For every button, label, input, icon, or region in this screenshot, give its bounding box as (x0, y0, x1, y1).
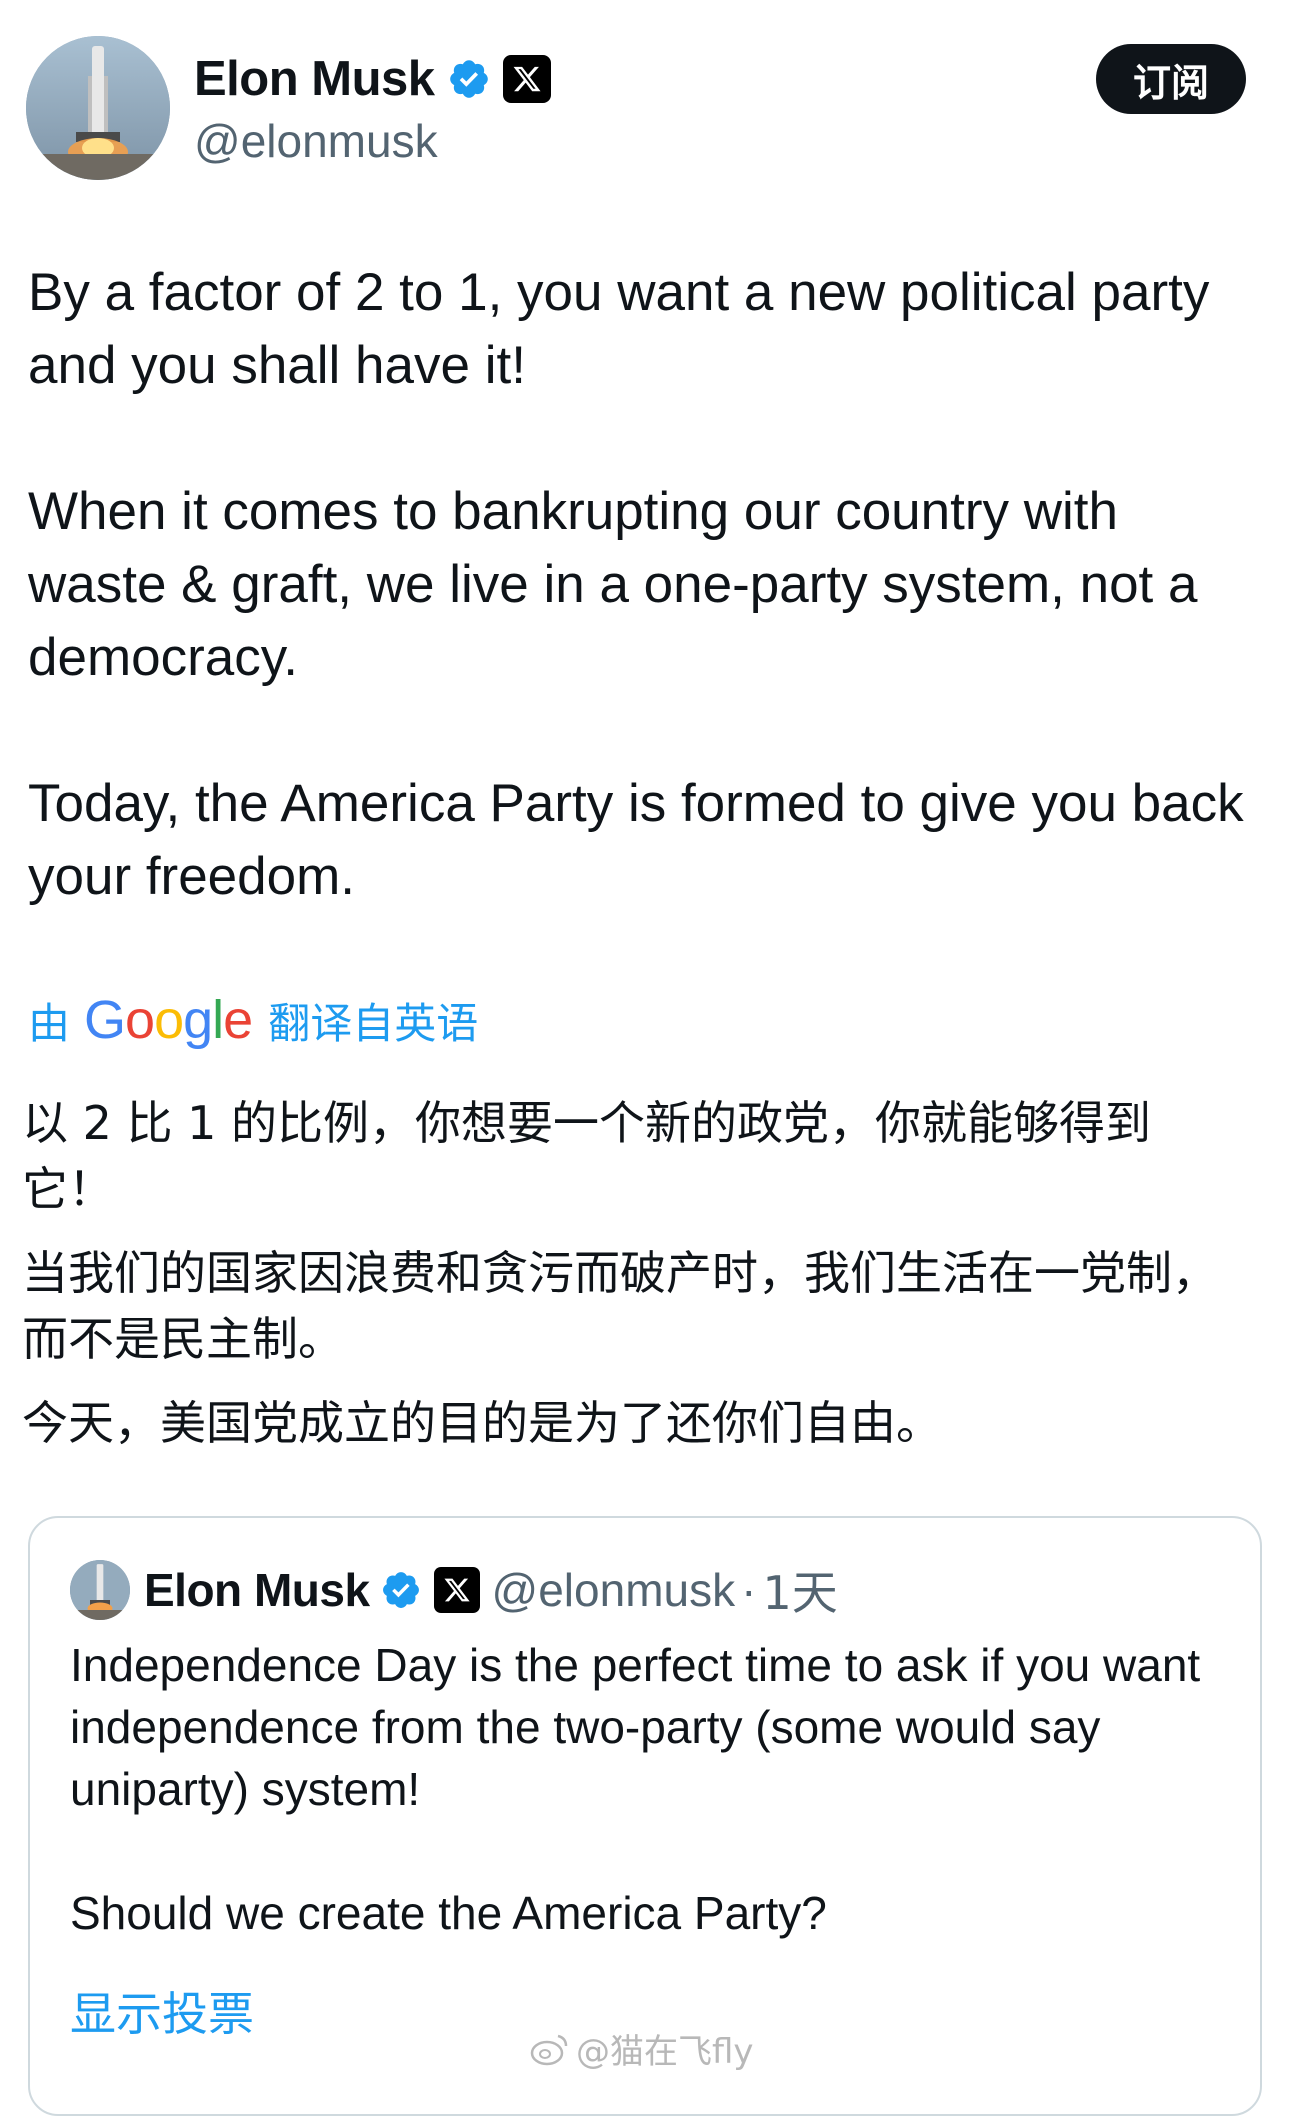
author-avatar[interactable] (26, 36, 170, 180)
google-logo-icon: Google (84, 990, 253, 1050)
translate-prefix: 由 (28, 998, 71, 1048)
author-name-row: Elon Musk (194, 50, 551, 108)
translated-paragraph: 以 2 比 1 的比例，你想要一个新的政党，你就能够得到它！ (22, 1096, 1152, 1216)
quoted-author-handle[interactable]: @elonmusk (492, 1563, 736, 1617)
quoted-paragraph: Independence Day is the perfect time to … (70, 1639, 1201, 1815)
rocket-launch-avatar-icon (70, 1560, 130, 1620)
author-display-name[interactable]: Elon Musk (194, 51, 435, 107)
quoted-tweet-text: Independence Day is the perfect time to … (70, 1634, 1230, 1944)
separator-dot: · (741, 1564, 757, 1616)
weibo-logo-icon (530, 2034, 568, 2065)
watermark-text: @猫在飞fly (576, 2032, 754, 2072)
rocket-launch-avatar-icon (26, 36, 170, 180)
translated-by-google-link[interactable]: 由 Google 翻译自英语 (28, 990, 478, 1050)
verified-badge-icon (449, 60, 488, 98)
quoted-paragraph: Should we create the America Party? (70, 1887, 827, 1939)
author-handle[interactable]: @elonmusk (194, 114, 438, 168)
verified-badge-icon (382, 1572, 419, 1608)
subscribe-button[interactable]: 订阅 (1096, 44, 1246, 114)
tweet-paragraph: Today, the America Party is formed to gi… (28, 774, 1244, 906)
translate-suffix: 翻译自英语 (268, 998, 479, 1048)
quoted-tweet-header: Elon Musk @elonmusk · 1天 (70, 1558, 838, 1622)
translated-paragraph: 今天，美国党成立的目的是为了还你们自由。 (22, 1396, 942, 1450)
translated-text: 以 2 比 1 的比例，你想要一个新的政党，你就能够得到它！ 当我们的国家因浪费… (22, 1090, 1242, 1474)
tweet-text: By a factor of 2 to 1, you want a new po… (28, 256, 1258, 913)
quoted-author-avatar[interactable] (70, 1560, 130, 1620)
quoted-tweet-timestamp[interactable]: 1天 (762, 1557, 837, 1623)
tweet-header: Elon Musk @elonmusk 订阅 (26, 36, 1246, 186)
weibo-watermark: @猫在飞fly (530, 2024, 754, 2073)
show-poll-link[interactable]: 显示投票 (70, 1978, 254, 2044)
quoted-author-name[interactable]: Elon Musk (144, 1563, 370, 1617)
x-logo-icon (433, 1567, 480, 1613)
tweet-paragraph: By a factor of 2 to 1, you want a new po… (28, 263, 1210, 395)
translated-paragraph: 当我们的国家因浪费和贪污而破产时，我们生活在一党制，而不是民主制。 (22, 1246, 1218, 1366)
tweet-paragraph: When it comes to bankrupting our country… (28, 482, 1198, 687)
x-logo-icon (502, 55, 551, 103)
